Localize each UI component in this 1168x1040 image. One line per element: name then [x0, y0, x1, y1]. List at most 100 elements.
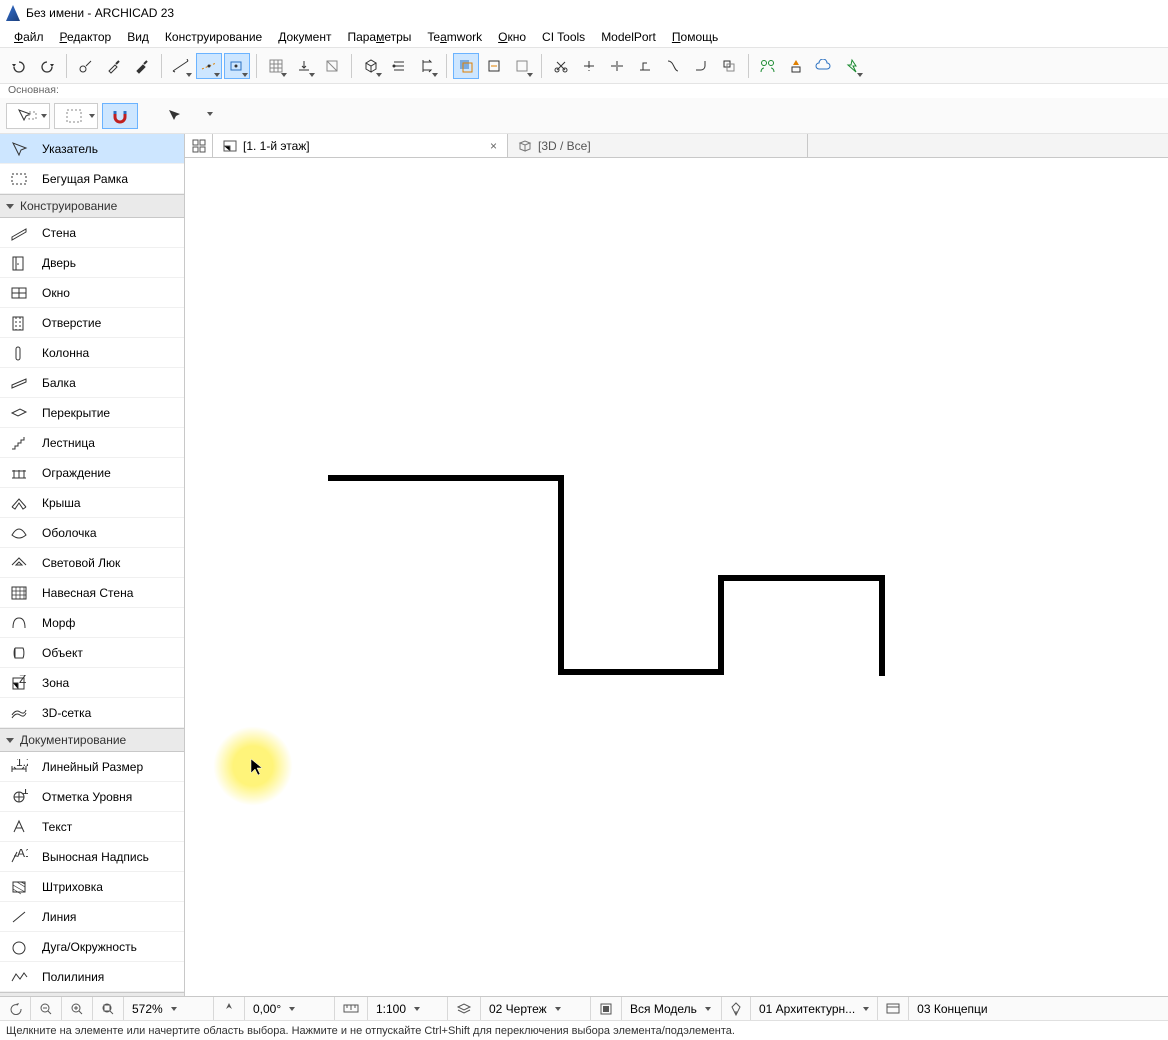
- tool-window[interactable]: Окно: [0, 278, 184, 308]
- menu-параметры[interactable]: Параметры: [339, 28, 419, 46]
- section-Документирование[interactable]: Документирование: [0, 728, 184, 752]
- fillet-button[interactable]: [688, 53, 714, 79]
- tool-label[interactable]: A1Выносная Надпись: [0, 842, 184, 872]
- menu-ci tools[interactable]: CI Tools: [534, 28, 593, 46]
- tool-curtainwall[interactable]: Навесная Стена: [0, 578, 184, 608]
- section-Конструирование[interactable]: Конструирование: [0, 194, 184, 218]
- window-title: Без имени - ARCHICAD 23: [26, 6, 174, 20]
- menu-документ[interactable]: Документ: [270, 28, 339, 46]
- orient-icon[interactable]: [214, 997, 245, 1020]
- menu-помощь[interactable]: Помощь: [664, 28, 726, 46]
- trace-button[interactable]: [453, 53, 479, 79]
- arrow-tool-dd[interactable]: [194, 103, 226, 129]
- model-icon[interactable]: [591, 997, 622, 1020]
- menu-редактор[interactable]: Редактор: [52, 28, 120, 46]
- tool-wall[interactable]: Стена: [0, 218, 184, 248]
- measure-button[interactable]: [168, 53, 194, 79]
- eyedropper-button[interactable]: [101, 53, 127, 79]
- tool-column[interactable]: Колонна: [0, 338, 184, 368]
- viewport[interactable]: [185, 158, 1168, 996]
- gravity-button[interactable]: [291, 53, 317, 79]
- tool-label: Стена: [42, 226, 76, 240]
- menu-файл[interactable]: Файл: [6, 28, 52, 46]
- tool-shell[interactable]: Оболочка: [0, 518, 184, 548]
- tool-door[interactable]: Дверь: [0, 248, 184, 278]
- view-icon[interactable]: [878, 997, 909, 1020]
- pen-value[interactable]: 01 Архитектурн...: [751, 997, 878, 1020]
- scale-icon[interactable]: [335, 997, 368, 1020]
- model-value[interactable]: Вся Модель: [622, 997, 722, 1020]
- magnet-button[interactable]: [102, 103, 138, 129]
- arrow-tool-icon[interactable]: [158, 103, 190, 129]
- tab-3d[interactable]: [3D / Все]: [508, 134, 808, 157]
- grid-button[interactable]: [263, 53, 289, 79]
- tool-roof[interactable]: Крыша: [0, 488, 184, 518]
- tool-slab[interactable]: Перекрытие: [0, 398, 184, 428]
- trace-opt-button[interactable]: [509, 53, 535, 79]
- view-value[interactable]: 03 Концепци: [909, 997, 1168, 1020]
- adjust-button[interactable]: [632, 53, 658, 79]
- zoom-out-button[interactable]: [31, 997, 62, 1020]
- cloud-button[interactable]: [811, 53, 837, 79]
- trace-ref-button[interactable]: [481, 53, 507, 79]
- zoom-value[interactable]: 572%: [124, 997, 214, 1020]
- zoom-fit-button[interactable]: [93, 997, 124, 1020]
- tool-text[interactable]: Текст: [0, 812, 184, 842]
- tool-arc[interactable]: Дуга/Окружность: [0, 932, 184, 962]
- floor-button[interactable]: [386, 53, 412, 79]
- menu-modelport[interactable]: ModelPort: [593, 28, 664, 46]
- tool-marquee[interactable]: Бегущая Рамка: [0, 164, 184, 194]
- nav-back-button[interactable]: [0, 997, 31, 1020]
- tab-grid-icon[interactable]: [185, 134, 213, 157]
- guideline-button[interactable]: [196, 53, 222, 79]
- layer-icon[interactable]: [448, 997, 481, 1020]
- suspend-button[interactable]: [319, 53, 345, 79]
- tab-floorplan[interactable]: [1. 1-й этаж] ×: [213, 134, 508, 157]
- inject-button[interactable]: [129, 53, 155, 79]
- tool-object[interactable]: Объект: [0, 638, 184, 668]
- menu-конструирование[interactable]: Конструирование: [157, 28, 270, 46]
- angle-value[interactable]: 0,00°: [245, 997, 335, 1020]
- view3d-button[interactable]: [358, 53, 384, 79]
- tool-railing[interactable]: Ограждение: [0, 458, 184, 488]
- tool-stair[interactable]: Лестница: [0, 428, 184, 458]
- cut-button[interactable]: [548, 53, 574, 79]
- tool-mesh[interactable]: 3D-сетка: [0, 698, 184, 728]
- redo-button[interactable]: [34, 53, 60, 79]
- tool-dim[interactable]: 1.2Линейный Размер: [0, 752, 184, 782]
- tool-level[interactable]: 1.2Отметка Уровня: [0, 782, 184, 812]
- trim-button[interactable]: [576, 53, 602, 79]
- tool-beam[interactable]: Балка: [0, 368, 184, 398]
- close-icon[interactable]: ×: [470, 139, 497, 153]
- layer-value[interactable]: 02 Чертеж: [481, 997, 591, 1020]
- menu-вид[interactable]: Вид: [119, 28, 157, 46]
- tool-opening[interactable]: Отверстие: [0, 308, 184, 338]
- resize-button[interactable]: [716, 53, 742, 79]
- menu-окно[interactable]: Окно: [490, 28, 534, 46]
- snap-button[interactable]: [224, 53, 250, 79]
- tool-zone[interactable]: ZЗона: [0, 668, 184, 698]
- teamwork-button[interactable]: [755, 53, 781, 79]
- tool-line[interactable]: Линия: [0, 902, 184, 932]
- quick-select-button[interactable]: [54, 103, 98, 129]
- railing-icon: [8, 464, 30, 482]
- intersect-button[interactable]: [660, 53, 686, 79]
- tool-fill[interactable]: Штриховка: [0, 872, 184, 902]
- split-button[interactable]: [604, 53, 630, 79]
- scale-value[interactable]: 1:100: [368, 997, 448, 1020]
- tool-arrow[interactable]: Указатель: [0, 134, 184, 164]
- pen-icon[interactable]: [722, 997, 751, 1020]
- section-button[interactable]: [414, 53, 440, 79]
- zoom-in-button[interactable]: [62, 997, 93, 1020]
- marquee-icon: [8, 170, 30, 188]
- revise-button[interactable]: [783, 53, 809, 79]
- tool-polyline[interactable]: Полилиния: [0, 962, 184, 992]
- pick-button[interactable]: [73, 53, 99, 79]
- undo-button[interactable]: [6, 53, 32, 79]
- menu-teamwork[interactable]: Teamwork: [419, 28, 490, 46]
- tool-skylight[interactable]: Световой Люк: [0, 548, 184, 578]
- wall-icon: [8, 224, 30, 242]
- arrow-mode-button[interactable]: [6, 103, 50, 129]
- energy-button[interactable]: [839, 53, 865, 79]
- tool-morph[interactable]: Морф: [0, 608, 184, 638]
